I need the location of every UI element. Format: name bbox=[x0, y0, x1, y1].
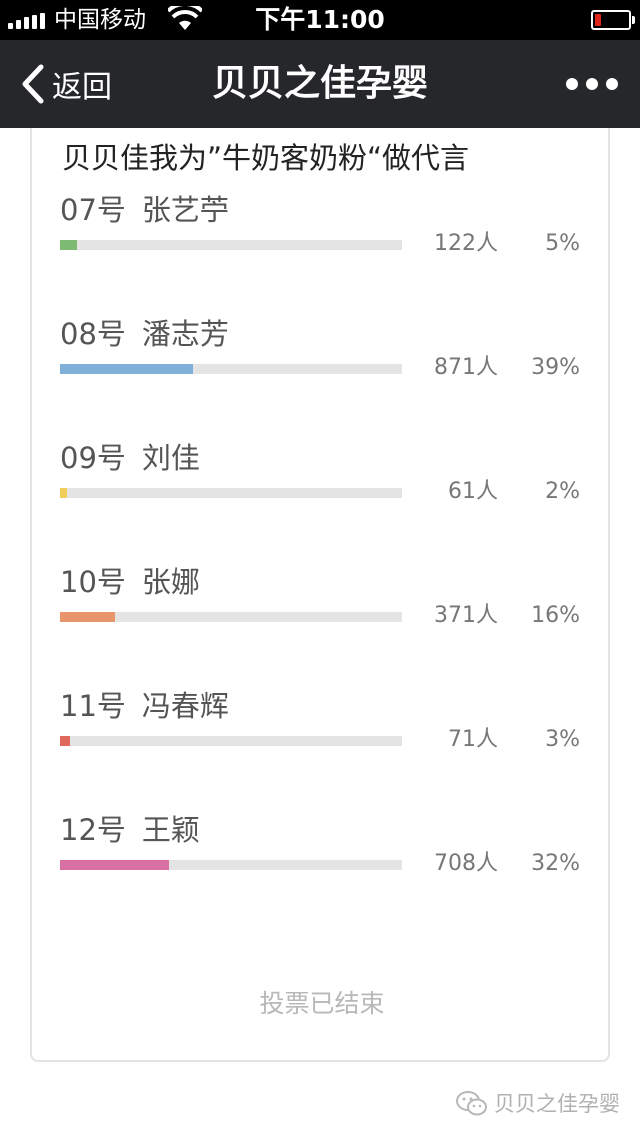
vote-bar-fill bbox=[60, 612, 115, 622]
status-bar: 中国移动 下午11:00 bbox=[0, 0, 640, 40]
vote-bar-fill bbox=[60, 736, 70, 746]
vote-bar-fill bbox=[60, 860, 169, 870]
nav-bar: 返回 贝贝之佳孕婴 bbox=[0, 40, 640, 128]
vote-count: 61人 bbox=[448, 479, 498, 504]
candidate-name: 王颖 bbox=[141, 813, 200, 847]
poll-option: 08号 潘志芳 871人 39% bbox=[32, 314, 612, 414]
candidate-name: 张娜 bbox=[141, 565, 200, 599]
battery-icon bbox=[591, 10, 635, 30]
poll-title: 贝贝佳我为”牛奶客奶粉“做代言 bbox=[62, 141, 470, 175]
poll-ended-label: 投票已结束 bbox=[259, 989, 385, 1018]
candidate-number: 10号 bbox=[60, 565, 126, 599]
candidate-label: 10号 张娜 bbox=[60, 562, 200, 602]
candidate-number: 11号 bbox=[60, 689, 126, 723]
status-time: 下午11:00 bbox=[255, 5, 385, 34]
poll-option: 11号 冯春辉 71人 3% bbox=[32, 686, 612, 786]
watermark-text: 贝贝之佳孕婴 bbox=[494, 1092, 620, 1116]
vote-count: 871人 bbox=[434, 355, 498, 380]
vote-percent: 16% bbox=[531, 603, 580, 628]
vote-percent: 3% bbox=[545, 727, 580, 752]
candidate-number: 08号 bbox=[60, 317, 126, 351]
candidate-label: 09号 刘佳 bbox=[60, 438, 200, 478]
vote-bar-fill bbox=[60, 364, 193, 374]
poll-option: 07号 张艺苧 122人 5% bbox=[32, 190, 612, 290]
candidate-label: 11号 冯春辉 bbox=[60, 686, 229, 726]
candidate-label: 12号 王颖 bbox=[60, 810, 200, 850]
candidate-label: 07号 张艺苧 bbox=[60, 190, 229, 230]
more-dot-icon bbox=[586, 78, 598, 90]
more-button[interactable] bbox=[566, 74, 618, 94]
vote-count: 122人 bbox=[434, 231, 498, 256]
vote-bar-track bbox=[60, 488, 402, 498]
vote-bar-track bbox=[60, 240, 402, 250]
poll-option: 09号 刘佳 61人 2% bbox=[32, 438, 612, 538]
more-dot-icon bbox=[566, 78, 578, 90]
vote-bar-fill bbox=[60, 240, 77, 250]
battery-level bbox=[595, 14, 601, 26]
poll-card: 贝贝佳我为”牛奶客奶粉“做代言 07号 张艺苧 122人 5% 08号 潘志芳 87… bbox=[30, 128, 610, 1062]
account-watermark: 贝贝之佳孕婴 bbox=[456, 1090, 620, 1118]
more-dot-icon bbox=[606, 78, 618, 90]
vote-bar-fill bbox=[60, 488, 67, 498]
vote-percent: 2% bbox=[545, 479, 580, 504]
vote-bar-track bbox=[60, 860, 402, 870]
candidate-number: 12号 bbox=[60, 813, 126, 847]
vote-percent: 5% bbox=[545, 231, 580, 256]
vote-count: 71人 bbox=[448, 727, 498, 752]
vote-percent: 32% bbox=[531, 851, 580, 876]
vote-count: 371人 bbox=[434, 603, 498, 628]
candidate-name: 张艺苧 bbox=[141, 193, 229, 227]
vote-bar-track bbox=[60, 736, 402, 746]
wechat-logo-icon bbox=[456, 1091, 487, 1116]
vote-bar-track bbox=[60, 364, 402, 374]
candidate-name: 潘志芳 bbox=[141, 317, 229, 351]
vote-bar-track bbox=[60, 612, 402, 622]
candidate-label: 08号 潘志芳 bbox=[60, 314, 229, 354]
candidate-number: 07号 bbox=[60, 193, 126, 227]
vote-percent: 39% bbox=[531, 355, 580, 380]
candidate-name: 冯春辉 bbox=[141, 689, 229, 723]
candidate-number: 09号 bbox=[60, 441, 126, 475]
candidate-name: 刘佳 bbox=[141, 441, 200, 475]
poll-option: 10号 张娜 371人 16% bbox=[32, 562, 612, 662]
poll-option: 12号 王颖 708人 32% bbox=[32, 810, 612, 910]
vote-count: 708人 bbox=[434, 851, 498, 876]
page-title: 贝贝之佳孕婴 bbox=[211, 63, 428, 104]
